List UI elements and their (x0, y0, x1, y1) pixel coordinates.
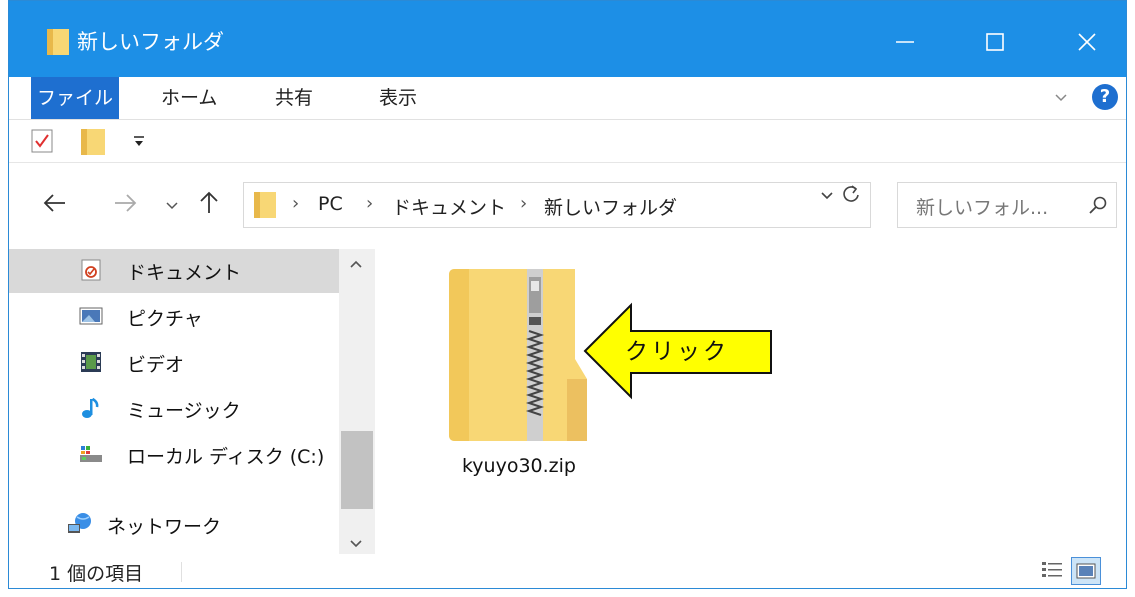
tab-home[interactable]: ホーム (161, 77, 217, 119)
search-icon[interactable] (1088, 195, 1108, 219)
tab-view[interactable]: 表示 (379, 77, 417, 119)
nav-item-label: ビデオ (127, 354, 185, 376)
nav-item-label: ミュージック (127, 400, 241, 422)
back-arrow-icon[interactable] (43, 193, 67, 217)
close-button[interactable] (1059, 19, 1115, 65)
nav-item-label: ネットワーク (107, 516, 222, 538)
videos-icon (79, 350, 103, 374)
scroll-up-chevron-icon[interactable] (347, 255, 365, 274)
scroll-down-chevron-icon[interactable] (347, 535, 365, 554)
up-arrow-icon[interactable] (199, 191, 219, 219)
explorer-window: 新しいフォルダ ファイル ホーム 共有 表示 ? › PC › ドキュメント ›… (8, 0, 1127, 589)
forward-arrow-icon[interactable] (113, 193, 137, 217)
address-bar[interactable]: › PC › ドキュメント › 新しいフォルダ (243, 182, 871, 228)
file-name[interactable]: kyuyo30.zip (449, 455, 589, 477)
nav-item-network[interactable]: ネットワーク (9, 503, 339, 547)
network-icon (65, 512, 91, 536)
nav-item-label: ドキュメント (127, 262, 242, 284)
address-dropdown-chevron-icon[interactable] (820, 187, 834, 206)
breadcrumb-documents[interactable]: ドキュメント (392, 193, 506, 220)
maximize-icon (986, 33, 1004, 51)
tab-file[interactable]: ファイル (31, 77, 119, 119)
nav-item-videos[interactable]: ビデオ (9, 341, 339, 385)
help-icon[interactable]: ? (1092, 84, 1118, 110)
status-bar: 1 個の項目 (9, 554, 1126, 588)
nav-item-music[interactable]: ミュージック (9, 387, 339, 431)
new-folder-icon[interactable] (81, 129, 105, 159)
minimize-button[interactable] (877, 19, 933, 65)
breadcrumb-separator[interactable]: › (520, 193, 527, 214)
navigation-pane: ドキュメント ピクチャ ビデオ ミュージック ローカル ディスク (C:) ネッ… (9, 249, 375, 554)
scrollbar-thumb[interactable] (341, 431, 373, 509)
nav-item-documents[interactable]: ドキュメント (9, 249, 339, 293)
folder-icon (47, 29, 69, 59)
customize-toolbar-icon[interactable] (133, 134, 145, 153)
callout-label: クリック (625, 339, 729, 365)
pictures-icon (79, 304, 103, 328)
details-view-icon[interactable] (1041, 560, 1063, 586)
music-icon (79, 396, 103, 420)
nav-pane-scrollbar[interactable] (339, 249, 375, 554)
tab-share[interactable]: 共有 (275, 77, 313, 119)
folder-icon (254, 192, 276, 222)
nav-item-pictures[interactable]: ピクチャ (9, 295, 339, 339)
item-count: 1 個の項目 (49, 563, 144, 585)
expand-ribbon-chevron-icon[interactable] (1053, 89, 1069, 109)
quick-access-toolbar (9, 120, 1126, 163)
nav-item-local-disk[interactable]: ローカル ディスク (C:) (9, 433, 339, 477)
breadcrumb-new-folder[interactable]: 新しいフォルダ (544, 193, 677, 220)
nav-item-label: ピクチャ (127, 308, 203, 330)
minimize-icon (896, 41, 914, 43)
breadcrumb-separator[interactable]: › (292, 193, 299, 214)
properties-icon[interactable] (31, 129, 53, 157)
large-icons-view-icon[interactable] (1071, 557, 1101, 585)
close-icon (1078, 33, 1096, 51)
window-title: 新しいフォルダ (77, 30, 224, 54)
status-divider (181, 562, 182, 582)
title-bar[interactable]: 新しいフォルダ (9, 1, 1126, 77)
file-list-pane: kyuyo30.zip クリック (375, 249, 1126, 554)
maximize-button[interactable] (967, 19, 1023, 65)
recent-locations-chevron-icon[interactable] (165, 197, 179, 216)
breadcrumb-pc[interactable]: PC (318, 193, 343, 215)
local-disk-icon (79, 442, 103, 466)
ribbon-tabs: ファイル ホーム 共有 表示 ? (9, 77, 1126, 120)
refresh-icon[interactable] (841, 183, 861, 211)
breadcrumb-separator[interactable]: › (366, 193, 373, 214)
nav-item-label: ローカル ディスク (C:) (127, 446, 325, 468)
documents-icon (79, 258, 103, 282)
zip-folder-icon[interactable] (449, 269, 589, 445)
search-input[interactable]: 新しいフォル... (916, 193, 1048, 220)
search-box[interactable]: 新しいフォル... (897, 182, 1117, 228)
